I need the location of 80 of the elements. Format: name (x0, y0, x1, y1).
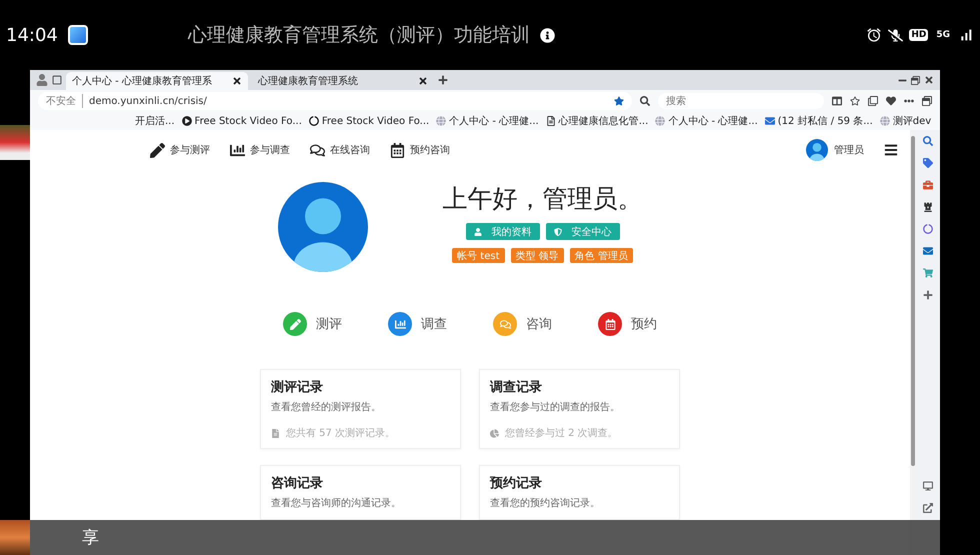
category-link[interactable]: 预约 (598, 312, 657, 336)
chess-piece-icon[interactable] (923, 202, 933, 212)
add-icon[interactable] (923, 290, 933, 300)
caption-text: 享 (82, 527, 99, 549)
close-icon[interactable] (924, 75, 934, 85)
profile-icon[interactable] (36, 74, 48, 86)
nav-link[interactable]: 参与测评 (150, 142, 210, 158)
category-link[interactable]: 咨询 (493, 312, 552, 336)
hd-label: HD (909, 29, 928, 41)
info-tag: 类型 领导 (510, 248, 564, 263)
bookmark[interactable]: 个人中心 - 心理健... (655, 114, 758, 128)
search-field[interactable]: 搜索 (658, 93, 824, 109)
globe-icon (655, 116, 666, 126)
star-icon[interactable] (614, 96, 624, 106)
avatar-icon (806, 139, 828, 161)
calendar-icon (390, 142, 405, 158)
close-icon[interactable] (232, 76, 242, 86)
record-card[interactable]: 测评记录 查看您曾经的测评报告。 您共有 57 次测评记录。 (260, 369, 461, 449)
bookmark[interactable]: (12 封私信 / 59 条... (764, 114, 873, 128)
record-card[interactable]: 调查记录 查看您参与过的调查的报告。 您曾经参与过 2 次调查。 (479, 369, 680, 449)
bookmark[interactable]: 开启活... (135, 114, 175, 128)
document-icon (271, 428, 280, 438)
browser-tab[interactable]: 心理健康教育管理系统 (252, 72, 434, 90)
tab-actions-icon[interactable] (52, 75, 62, 85)
menu-icon[interactable] (884, 143, 898, 157)
chat-bubbles-icon (310, 142, 325, 158)
address-bar[interactable]: 不安全 demo.yunxinli.cn/crisis/ (38, 92, 632, 110)
scrollbar[interactable] (911, 136, 915, 466)
globe-icon (436, 116, 446, 126)
bookmark[interactable]: 测评dev (880, 114, 932, 128)
info-tag: 角色 管理员 (570, 248, 633, 263)
new-tab-icon[interactable] (438, 75, 448, 85)
ring-icon[interactable] (923, 224, 933, 234)
category-link[interactable]: 测评 (283, 312, 342, 336)
circle-logo-icon (308, 116, 319, 126)
shield-icon (554, 228, 562, 236)
nav-link[interactable]: 在线咨询 (310, 142, 370, 158)
mic-muted-icon[interactable] (888, 28, 904, 42)
bookmark[interactable]: Free Stock Video Fo... (182, 116, 302, 126)
bookmark[interactable]: 个人中心 - 心理健... (436, 114, 539, 128)
browser-tab[interactable]: 个人中心 - 心理健康教育管理系 (66, 72, 248, 90)
category-link[interactable]: 调查 (388, 312, 447, 336)
external-link-icon[interactable] (923, 503, 933, 513)
network-label: 5G (935, 29, 951, 41)
bookmark[interactable]: Free Stock Video Fo... (308, 116, 430, 126)
record-card[interactable]: 咨询记录 查看您与咨询师的沟通记录。 (260, 465, 461, 520)
info-tag: 帐号 test (452, 248, 505, 263)
user-icon (474, 228, 482, 236)
close-icon[interactable] (418, 76, 428, 86)
globe-icon (880, 116, 890, 126)
favorites-icon[interactable] (850, 96, 860, 106)
screen-icon[interactable] (923, 481, 933, 491)
envelope-icon (764, 116, 775, 126)
briefcase-icon[interactable] (923, 180, 933, 190)
envelope-icon[interactable] (923, 246, 933, 256)
sidebar-icon[interactable] (922, 96, 932, 106)
record-card[interactable]: 预约记录 查看您的预约咨询记录。 (479, 465, 680, 520)
pie-chart-icon (490, 428, 499, 438)
split-screen-icon[interactable] (832, 96, 842, 106)
meeting-title: 心理健康教育管理系统（测评）功能培训 (186, 23, 530, 48)
nav-link[interactable]: 参与调查 (230, 142, 290, 158)
video-thumbnail (0, 520, 30, 555)
nav-link[interactable]: 预约咨询 (390, 142, 450, 158)
bookmark[interactable]: 心理健康信息化管... (546, 114, 648, 128)
search-icon (640, 96, 650, 106)
bar-chart-icon (230, 142, 245, 158)
app-icon (68, 25, 88, 45)
heart-icon[interactable] (886, 96, 896, 106)
pen-icon (150, 142, 165, 158)
alarm-icon (866, 27, 882, 43)
user-menu[interactable]: 管理员 (806, 139, 864, 161)
collections-icon[interactable] (868, 96, 878, 106)
document-icon (546, 116, 556, 126)
restore-icon[interactable] (911, 76, 920, 84)
search-icon[interactable] (923, 136, 933, 146)
clock-time: 14:04 (6, 24, 58, 46)
greeting: 上午好，管理员。 (442, 183, 642, 215)
tag-icon[interactable] (923, 158, 933, 168)
info-icon[interactable] (540, 28, 555, 42)
video-thumbnail (0, 125, 30, 160)
